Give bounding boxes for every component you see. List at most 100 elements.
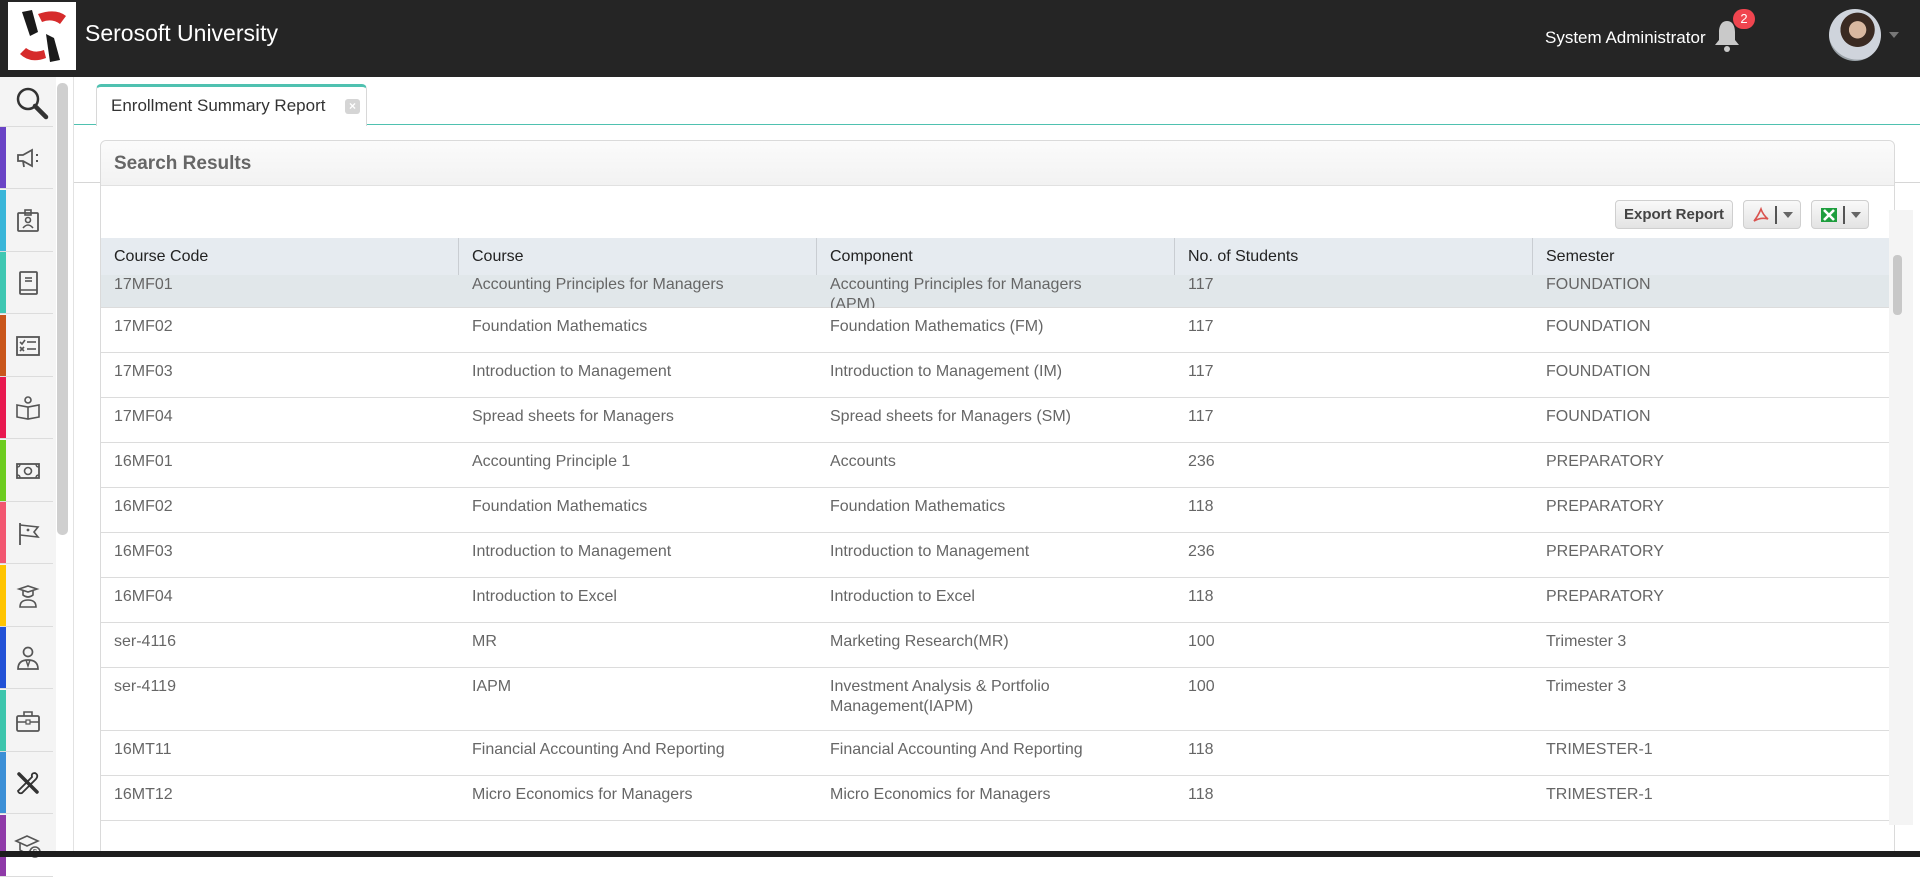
- graduate-icon: [16, 584, 40, 608]
- table-row[interactable]: 17MF01 Accounting Principles for Managers…: [101, 275, 1889, 313]
- cell-component: Introduction to Management: [830, 543, 1030, 560]
- sidebar-item-tools[interactable]: [0, 752, 53, 814]
- pdf-icon: [1753, 206, 1769, 222]
- cell-course-code: 17MF02: [114, 318, 173, 335]
- notification-badge[interactable]: 2: [1733, 9, 1755, 29]
- cell-course: Accounting Principle 1: [472, 453, 631, 470]
- table-scrollbar-thumb[interactable]: [1893, 255, 1902, 315]
- cell-no-of-students: 117: [1188, 408, 1214, 425]
- sidebar-item-search[interactable]: [0, 77, 53, 127]
- reader-icon: [16, 396, 40, 420]
- excel-icon: [1821, 208, 1837, 222]
- table-row[interactable]: 16MF01 Accounting Principle 1 Accounts 236 P…: [101, 443, 1889, 488]
- top-bar: Serosoft University System Administrator…: [0, 0, 1920, 77]
- cell-course-code: ser-4116: [114, 633, 176, 650]
- sidebar-accent: [0, 439, 6, 501]
- sidebar-item-staff[interactable]: [0, 627, 53, 689]
- cell-course-code: ser-4119: [114, 678, 176, 695]
- table-row[interactable]: ser-4119 IAPM Investment Analysis & Portfo…: [101, 668, 1889, 731]
- column-header-component[interactable]: Component: [817, 238, 1175, 275]
- cell-no-of-students: 118: [1188, 786, 1214, 803]
- cell-course: IAPM: [472, 678, 512, 695]
- sidebar-item-checklist[interactable]: [0, 314, 53, 377]
- sidebar-accent: [0, 564, 6, 626]
- table-row[interactable]: 16MF04 Introduction to Excel Introduction …: [101, 578, 1889, 623]
- cell-no-of-students: 118: [1188, 498, 1214, 515]
- sidebar-scrollbar[interactable]: [57, 83, 68, 535]
- column-header-course-code[interactable]: Course Code: [101, 238, 459, 275]
- cell-course-code: 17MF01: [114, 276, 173, 293]
- sidebar: $: [0, 77, 56, 877]
- separator: [1843, 206, 1845, 224]
- cell-component: Financial Accounting And Reporting: [830, 741, 1083, 758]
- cell-component: Introduction to Management (IM): [830, 363, 1063, 380]
- column-header-semester[interactable]: Semester: [1533, 238, 1889, 275]
- export-excel-dropdown[interactable]: [1811, 200, 1869, 229]
- book-icon: [19, 271, 38, 295]
- sidebar-item-money[interactable]: [0, 439, 53, 502]
- cell-course-code: 16MF02: [114, 498, 173, 515]
- cell-semester: TRIMESTER-1: [1546, 741, 1653, 758]
- table-row[interactable]: 16MF03 Introduction to Management Introduc…: [101, 533, 1889, 578]
- sidebar-item-reader[interactable]: [0, 377, 53, 439]
- sidebar-item-scholarship[interactable]: $: [0, 814, 53, 877]
- cell-course: Introduction to Excel: [472, 588, 617, 605]
- cell-semester: TRIMESTER-1: [1546, 786, 1653, 803]
- cell-component: Spread sheets for Managers (SM): [830, 408, 1071, 425]
- sidebar-accent: [0, 377, 6, 438]
- table-row[interactable]: 16MF02 Foundation Mathematics Foundation M…: [101, 488, 1889, 533]
- university-logo[interactable]: [8, 2, 76, 70]
- user-avatar[interactable]: [1829, 9, 1881, 61]
- cell-component: Accounts: [830, 453, 896, 470]
- table-row[interactable]: 17MF02 Foundation Mathematics Foundation M…: [101, 308, 1889, 353]
- table-body: 17MF01 Accounting Principles for Managers…: [101, 275, 1889, 827]
- cell-component: Introduction to Excel: [830, 588, 975, 605]
- cell-course: Micro Economics for Managers: [472, 786, 693, 803]
- cell-no-of-students: 236: [1188, 543, 1215, 560]
- table-row[interactable]: 17MF03 Introduction to Management Introduc…: [101, 353, 1889, 398]
- sidebar-item-briefcase[interactable]: [0, 689, 53, 752]
- cell-course-code: 16MT12: [114, 786, 173, 803]
- sidebar-item-flag[interactable]: [0, 502, 53, 564]
- caret-down-icon: [1783, 212, 1793, 218]
- megaphone-icon: [17, 148, 38, 168]
- table-row[interactable]: ser-4116 MR Marketing Research(MR) 100 Trime…: [101, 623, 1889, 668]
- cell-course: Accounting Principles for Managers: [472, 276, 724, 293]
- table-row[interactable]: 16MT12 Micro Economics for Managers Micro …: [101, 776, 1889, 821]
- tab-enrollment-summary-report[interactable]: Enrollment Summary Report ×: [96, 84, 367, 126]
- cell-semester: FOUNDATION: [1546, 276, 1651, 293]
- column-header-course[interactable]: Course: [459, 238, 817, 275]
- sidebar-item-megaphone[interactable]: [0, 127, 53, 189]
- id-badge-icon: [17, 208, 39, 232]
- close-icon[interactable]: ×: [345, 99, 360, 114]
- bottom-edge: [0, 851, 1920, 857]
- export-pdf-dropdown[interactable]: [1743, 200, 1801, 229]
- table-row[interactable]: 17MF04 Spread sheets for Managers Spread s…: [101, 398, 1889, 443]
- export-report-button[interactable]: Export Report: [1615, 200, 1733, 229]
- column-header-no-of-students[interactable]: No. of Students: [1175, 238, 1533, 275]
- tools-icon: [16, 772, 39, 795]
- cell-course: Foundation Mathematics: [472, 498, 648, 515]
- cell-semester: PREPARATORY: [1546, 498, 1664, 515]
- chevron-down-icon[interactable]: [1889, 32, 1899, 38]
- sidebar-accent: [0, 314, 6, 376]
- cell-course: Foundation Mathematics: [472, 318, 648, 335]
- cell-course: Introduction to Management: [472, 363, 672, 380]
- user-name[interactable]: System Administrator: [1545, 28, 1706, 48]
- checklist-icon: [16, 335, 40, 356]
- sidebar-item-graduate[interactable]: [0, 564, 53, 627]
- cell-component: Marketing Research(MR): [830, 633, 1009, 650]
- table-header: Course Code Course Component No. of Stud…: [101, 238, 1889, 275]
- cell-no-of-students: 100: [1188, 678, 1215, 695]
- cell-semester: FOUNDATION: [1546, 318, 1651, 335]
- sidebar-item-book[interactable]: [0, 252, 53, 314]
- sidebar-accent: [0, 689, 6, 751]
- logo-icon: [20, 10, 66, 62]
- cell-course: Introduction to Management: [472, 543, 672, 560]
- cell-no-of-students: 236: [1188, 453, 1215, 470]
- cell-semester: FOUNDATION: [1546, 363, 1651, 380]
- search-icon: [16, 87, 49, 120]
- sidebar-item-id-badge[interactable]: [0, 189, 53, 252]
- cell-no-of-students: 118: [1188, 588, 1214, 605]
- table-row[interactable]: 16MT11 Financial Accounting And Reporting…: [101, 731, 1889, 776]
